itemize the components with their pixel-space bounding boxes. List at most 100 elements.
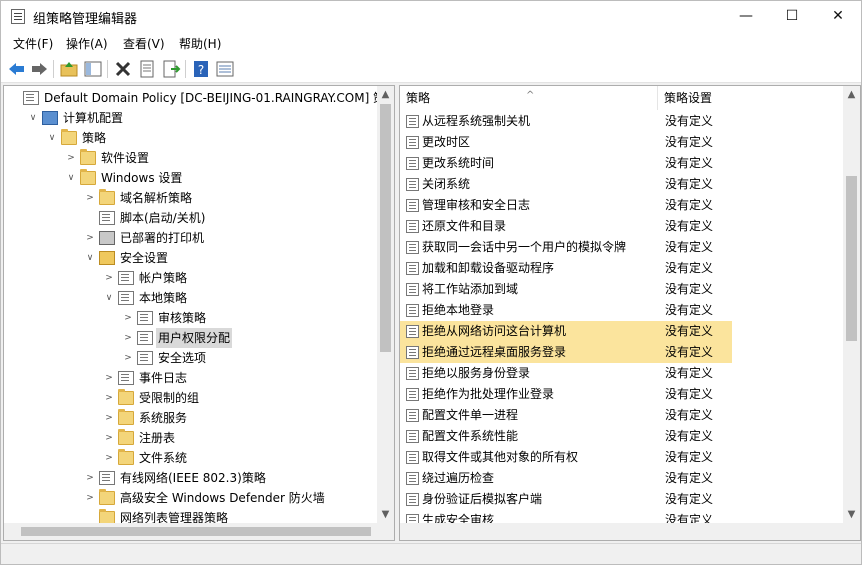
- expand-chevron-right-icon[interactable]: >: [122, 328, 134, 348]
- tree-item[interactable]: > 系统服务: [4, 408, 379, 428]
- expand-chevron-down-icon[interactable]: ∨: [103, 288, 115, 308]
- tree-item[interactable]: > 软件设置: [4, 148, 379, 168]
- policy-row[interactable]: 绕过遍历检查 没有定义: [400, 468, 732, 489]
- expand-chevron-down-icon[interactable]: ∨: [46, 128, 58, 148]
- list-scroll-thumb[interactable]: [846, 176, 857, 341]
- tree-item[interactable]: ∨ 安全设置: [4, 248, 379, 268]
- tree-item-label: 用户权限分配: [156, 328, 233, 348]
- policy-row[interactable]: 身份验证后模拟客户端 没有定义: [400, 489, 732, 510]
- expand-chevron-right-icon[interactable]: >: [103, 448, 115, 468]
- policy-row[interactable]: 更改时区 没有定义: [400, 132, 732, 153]
- menu-help[interactable]: 帮助(H): [179, 35, 221, 52]
- details-view-icon[interactable]: [215, 59, 235, 79]
- policy-row[interactable]: 加载和卸载设备驱动程序 没有定义: [400, 258, 732, 279]
- expand-chevron-right-icon[interactable]: >: [122, 348, 134, 368]
- policy-setting: 没有定义: [665, 387, 714, 401]
- list-horizontal-scrollbar[interactable]: [400, 523, 860, 540]
- tree-item[interactable]: > 文件系统: [4, 448, 379, 468]
- tree-item[interactable]: > 事件日志: [4, 368, 379, 388]
- tree-item[interactable]: 脚本(启动/关机): [4, 208, 379, 228]
- expand-chevron-down-icon[interactable]: ∨: [84, 248, 96, 268]
- policy-name: 加载和卸载设备驱动程序: [422, 261, 555, 275]
- policy-row[interactable]: 拒绝通过远程桌面服务登录 没有定义: [400, 342, 732, 363]
- scroll-down-icon[interactable]: ▼: [377, 506, 394, 523]
- column-header-policy[interactable]: 策略 ^: [400, 86, 658, 110]
- expand-chevron-right-icon[interactable]: >: [65, 148, 77, 168]
- policy-item-icon: [406, 325, 419, 338]
- expand-chevron-right-icon[interactable]: >: [84, 468, 96, 488]
- menu-view[interactable]: 查看(V): [123, 35, 165, 52]
- scroll-up-icon[interactable]: ▲: [377, 86, 394, 103]
- properties-icon[interactable]: [137, 59, 157, 79]
- tree-horizontal-scrollbar[interactable]: [4, 523, 394, 540]
- policy-row[interactable]: 还原文件和目录 没有定义: [400, 216, 732, 237]
- policy-row[interactable]: 配置文件单一进程 没有定义: [400, 405, 732, 426]
- console-tree-pane[interactable]: Default Domain Policy [DC-BEIJING-01.RAI…: [3, 85, 395, 541]
- tree-vertical-scrollbar[interactable]: ▲ ▼: [377, 86, 394, 540]
- expand-chevron-right-icon[interactable]: >: [84, 228, 96, 248]
- show-hide-tree-icon[interactable]: [83, 59, 103, 79]
- minimize-button[interactable]: —: [723, 1, 769, 31]
- export-list-icon[interactable]: [161, 59, 181, 79]
- menu-action[interactable]: 操作(A): [66, 35, 108, 52]
- list-vertical-scrollbar[interactable]: ▲ ▼: [843, 86, 860, 540]
- expand-chevron-right-icon[interactable]: >: [122, 308, 134, 328]
- column-header-setting[interactable]: 策略设置: [658, 86, 844, 110]
- policy-row[interactable]: 拒绝从网络访问这台计算机 没有定义: [400, 321, 732, 342]
- group-policy-editor-window: 组策略管理编辑器 — ☐ ✕ 文件(F) 操作(A) 查看(V) 帮助(H) ?…: [0, 0, 862, 565]
- tree-item[interactable]: > 帐户策略: [4, 268, 379, 288]
- tree-item[interactable]: > 安全选项: [4, 348, 379, 368]
- tree-item[interactable]: > 高级安全 Windows Defender 防火墙: [4, 488, 379, 508]
- tree-item[interactable]: > 已部署的打印机: [4, 228, 379, 248]
- policy-row[interactable]: 配置文件系统性能 没有定义: [400, 426, 732, 447]
- back-icon[interactable]: [7, 59, 27, 79]
- expand-chevron-right-icon[interactable]: >: [103, 268, 115, 288]
- tree-item[interactable]: ∨ Windows 设置: [4, 168, 379, 188]
- help-icon[interactable]: ?: [191, 59, 211, 79]
- tree-item[interactable]: > 注册表: [4, 428, 379, 448]
- policy-row[interactable]: 取得文件或其他对象的所有权 没有定义: [400, 447, 732, 468]
- policy-setting: 没有定义: [665, 219, 714, 233]
- policy-row[interactable]: 关闭系统 没有定义: [400, 174, 732, 195]
- expand-chevron-right-icon[interactable]: >: [103, 388, 115, 408]
- tree-item[interactable]: ∨ 计算机配置: [4, 108, 379, 128]
- scroll-down-icon[interactable]: ▼: [843, 506, 860, 523]
- policy-name: 拒绝本地登录: [422, 303, 495, 317]
- policy-row[interactable]: 从远程系统强制关机 没有定义: [400, 111, 732, 132]
- expand-chevron-right-icon[interactable]: >: [103, 428, 115, 448]
- policy-icon: [23, 91, 39, 105]
- tree-item[interactable]: Default Domain Policy [DC-BEIJING-01.RAI…: [4, 88, 394, 108]
- tree-item-label: Windows 设置: [101, 171, 183, 185]
- policy-item-icon: [406, 136, 419, 149]
- policy-row[interactable]: 拒绝本地登录 没有定义: [400, 300, 732, 321]
- policy-row[interactable]: 获取同一会话中另一个用户的模拟令牌 没有定义: [400, 237, 732, 258]
- tree-item[interactable]: > 用户权限分配: [4, 328, 379, 348]
- up-folder-icon[interactable]: [59, 59, 79, 79]
- policy-row[interactable]: 更改系统时间 没有定义: [400, 153, 732, 174]
- tree-scroll-thumb[interactable]: [380, 104, 391, 352]
- policy-row[interactable]: 拒绝以服务身份登录 没有定义: [400, 363, 732, 384]
- scroll-up-icon[interactable]: ▲: [843, 86, 860, 103]
- expand-chevron-right-icon[interactable]: >: [84, 488, 96, 508]
- expand-chevron-right-icon[interactable]: >: [103, 408, 115, 428]
- tree-item[interactable]: > 受限制的组: [4, 388, 379, 408]
- expand-chevron-down-icon[interactable]: ∨: [27, 108, 39, 128]
- delete-icon[interactable]: [113, 59, 133, 79]
- policy-row[interactable]: 将工作站添加到域 没有定义: [400, 279, 732, 300]
- tree-hscroll-thumb[interactable]: [21, 527, 371, 536]
- tree-item[interactable]: ∨ 本地策略: [4, 288, 379, 308]
- maximize-button[interactable]: ☐: [769, 1, 815, 31]
- expand-chevron-right-icon[interactable]: >: [84, 188, 96, 208]
- policy-row[interactable]: 管理审核和安全日志 没有定义: [400, 195, 732, 216]
- tree-item[interactable]: > 域名解析策略: [4, 188, 379, 208]
- tree-item[interactable]: > 有线网络(IEEE 802.3)策略: [4, 468, 379, 488]
- tree-item[interactable]: ∨ 策略: [4, 128, 379, 148]
- menu-file[interactable]: 文件(F): [13, 35, 53, 52]
- forward-icon[interactable]: [29, 59, 49, 79]
- close-button[interactable]: ✕: [815, 1, 861, 31]
- expand-chevron-down-icon[interactable]: ∨: [65, 168, 77, 188]
- tree-item[interactable]: > 审核策略: [4, 308, 379, 328]
- expand-chevron-right-icon[interactable]: >: [103, 368, 115, 388]
- policy-row[interactable]: 拒绝作为批处理作业登录 没有定义: [400, 384, 732, 405]
- details-pane[interactable]: 策略 ^ 策略设置 从远程系统强制关机 没有定义 更改时区 没有定义 更改系统时间 没有定…: [399, 85, 861, 541]
